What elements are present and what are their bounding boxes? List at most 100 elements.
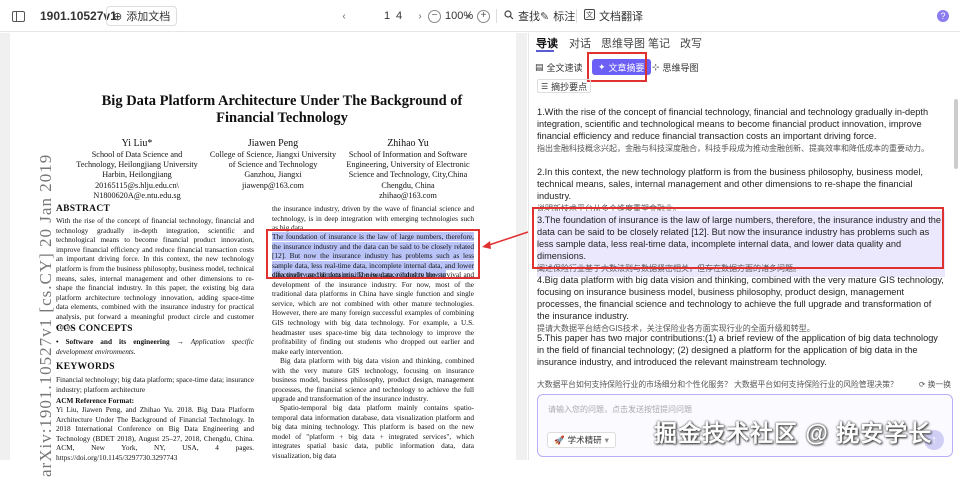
abstract-heading: ABSTRACT	[56, 204, 111, 214]
author-email: N1800620A@e.ntu.edu.sg	[93, 190, 181, 200]
mindmap-button[interactable]: ⊹ 思维导图	[648, 59, 703, 75]
app-window: 1901.10527v1 ⊕ 添加文档 ‹ 1 / 4 › − 100% ▾ +…	[0, 0, 960, 477]
toolbar-divider	[576, 9, 577, 23]
suggested-question-text[interactable]: 大数据平台如何支持保险行业的市场细分和个性化服务？ 大数据平台如何支持保险行业的…	[537, 380, 898, 389]
ai-side-panel: 导读 对话 思维导图 笔记 改写 ▤ 全文速读 ✦ 文章摘要 ⊹ 思维导图 ☰ 摘抄要点…	[528, 33, 960, 460]
full-text-read-button[interactable]: ▤ 全文速读	[531, 59, 587, 75]
author-name: Yi Liu*	[121, 138, 153, 149]
prev-page-icon[interactable]: ‹	[334, 0, 354, 32]
keywords-text: Financial technology; big data platform;…	[56, 375, 254, 394]
summary-item[interactable]: 5.This paper has two major contributions…	[537, 332, 945, 368]
keywords-heading: KEYWORDS	[56, 362, 115, 372]
total-pages: 4	[396, 10, 403, 22]
summary-item-en: 4.Big data platform with big data vision…	[537, 275, 944, 321]
author-affiliation: School of Information and Software	[348, 150, 468, 159]
panel-tabs: 导读 对话 思维导图 笔记 改写	[529, 33, 960, 52]
watermark-text: 掘金技术社区 @ 挽安学长	[654, 420, 933, 446]
current-page-number[interactable]: 1	[384, 0, 390, 32]
author-affiliation: Science and Technology, City,China	[348, 170, 468, 180]
tab-chat[interactable]: 对话	[569, 35, 591, 51]
translate-label: 文档翻译	[599, 11, 643, 23]
mindmap-icon: ⊹	[652, 61, 660, 72]
plus-icon: +	[477, 9, 490, 23]
summary-item-zh: 指出金融科技概念兴起，金融与科技深度融合，科技手段成为推动金融创新、提高效率和降…	[537, 144, 929, 153]
author-affiliation: Ganzhou, Jiangxi	[244, 170, 302, 180]
author-block: Jiawen Peng College of Science, Jiangxi …	[198, 137, 348, 191]
ccs-heading: CCS CONCEPTS	[56, 324, 133, 334]
body-paragraph: Spatio-temporal big data platform mainly…	[272, 403, 474, 460]
summary-item-en: 5.This paper has two major contributions…	[537, 333, 938, 367]
refresh-label: 换一换	[927, 380, 951, 389]
add-document-label: 添加文档	[126, 11, 171, 23]
arxiv-stamp: arXiv:1901.10527v1 [cs.CY] 20 Jan 2019	[18, 154, 58, 479]
toolbar-divider	[496, 9, 497, 23]
toolbar-divider	[532, 9, 533, 23]
author-affiliation: Harbin, Heilongjiang	[102, 170, 172, 180]
ccs-text: • Software and its engineering → Applica…	[56, 337, 254, 356]
zoom-dropdown-icon[interactable]: ▾	[466, 0, 470, 32]
full-text-read-label: 全文速读	[546, 62, 583, 73]
translate-button[interactable]: 文 文档翻译	[580, 6, 647, 26]
author-affiliation: of Science and Technology	[228, 160, 318, 170]
tab-rewrite[interactable]: 改写	[680, 35, 702, 51]
summary-scrollbar[interactable]	[954, 99, 958, 169]
translate-icon: 文	[584, 9, 595, 23]
author-email: jiawenp@163.com	[242, 180, 304, 190]
annotation-box	[532, 207, 944, 269]
model-select-button[interactable]: 🚀 学术精研 ▾	[547, 432, 616, 448]
paper-title: Big Data Platform Architecture Under The…	[70, 93, 494, 127]
ccs-bold: • Software and its engineering	[56, 337, 170, 346]
author-block: Yi Liu* School of Data Science and Techn…	[62, 137, 212, 201]
sidebar-toggle-icon[interactable]	[12, 0, 25, 32]
tab-guide[interactable]: 导读	[536, 35, 558, 51]
svg-text:文: 文	[586, 10, 593, 19]
document-icon: ▤	[535, 61, 544, 72]
abstract-text: With the rise of the concept of financia…	[56, 216, 254, 331]
list-icon: ☰	[541, 81, 549, 91]
tab-mindmap[interactable]: 思维导图	[601, 35, 645, 51]
add-document-button[interactable]: ⊕ 添加文档	[106, 6, 178, 26]
paper-title-line-2: Financial Technology	[216, 110, 348, 126]
refresh-suggestions-button[interactable]: ⟳ 换一换	[919, 379, 951, 390]
pdf-viewer[interactable]: arXiv:1901.10527v1 [cs.CY] 20 Jan 2019 B…	[0, 33, 527, 477]
annotation-box	[266, 229, 480, 279]
summary-item[interactable]: 1.With the rise of the concept of financ…	[537, 106, 945, 154]
rocket-icon: 🚀	[554, 434, 565, 445]
zoom-out-button[interactable]: −	[428, 9, 441, 23]
body-paragraph: Big data platform with big data vision a…	[272, 356, 474, 404]
tab-notes[interactable]: 笔记	[648, 35, 670, 51]
minus-icon: −	[428, 9, 441, 23]
summary-item[interactable]: 4.Big data platform with big data vision…	[537, 274, 945, 334]
plus-circle-icon: ⊕	[113, 10, 123, 23]
excerpt-points-label: 摘抄要点	[551, 81, 588, 92]
author-name: Zhihao Yu	[387, 138, 429, 149]
next-page-icon[interactable]: ›	[410, 0, 430, 32]
search-icon	[504, 9, 514, 23]
annotate-button[interactable]: ✎ 标注	[536, 6, 579, 26]
author-email: 20165115@s.hlju.edu.cn\	[95, 180, 179, 190]
mindmap-label: 思维导图	[662, 62, 699, 73]
paper-title-line-1: Big Data Platform Architecture Under The…	[101, 93, 463, 109]
chevron-down-icon: ▾	[604, 434, 609, 445]
summary-item-en: 1.With the rise of the concept of financ…	[537, 107, 929, 141]
model-label: 学术精研	[567, 435, 602, 445]
annotate-label: 标注	[553, 11, 576, 23]
top-toolbar: 1901.10527v1 ⊕ 添加文档 ‹ 1 / 4 › − 100% ▾ +…	[0, 0, 960, 32]
excerpt-points-header: ☰ 摘抄要点	[537, 79, 592, 93]
author-affiliation: College of Science, Jiangxi University	[209, 150, 337, 159]
suggested-questions[interactable]: 大数据平台如何支持保险行业的市场细分和个性化服务？ 大数据平台如何支持保险行业的…	[537, 379, 957, 391]
author-affiliation: Engineering, University of Electronic	[346, 160, 470, 170]
zoom-in-button[interactable]: +	[477, 9, 490, 23]
arxiv-id: arXiv:1901.10527v1 [cs.CY] 20 Jan 2019	[36, 153, 55, 477]
author-affiliation: Chengdu, China	[381, 180, 435, 190]
author-affiliation: Technology, Heilongjiang University	[76, 160, 198, 170]
author-affiliation: School of Data Science and	[91, 150, 183, 159]
help-icon[interactable]: ?	[937, 10, 949, 22]
pen-icon: ✎	[540, 10, 550, 23]
reference-text: Yi Liu, Jiawen Peng, and Zhihao Yu. 2018…	[56, 405, 254, 462]
annotation-box	[587, 52, 647, 82]
author-name: Jiawen Peng	[247, 138, 299, 149]
pdf-page: arXiv:1901.10527v1 [cs.CY] 20 Jan 2019 B…	[10, 33, 516, 477]
author-block: Zhihao Yu School of Information and Soft…	[332, 137, 484, 201]
author-email: zhihao@163.com	[379, 190, 437, 200]
